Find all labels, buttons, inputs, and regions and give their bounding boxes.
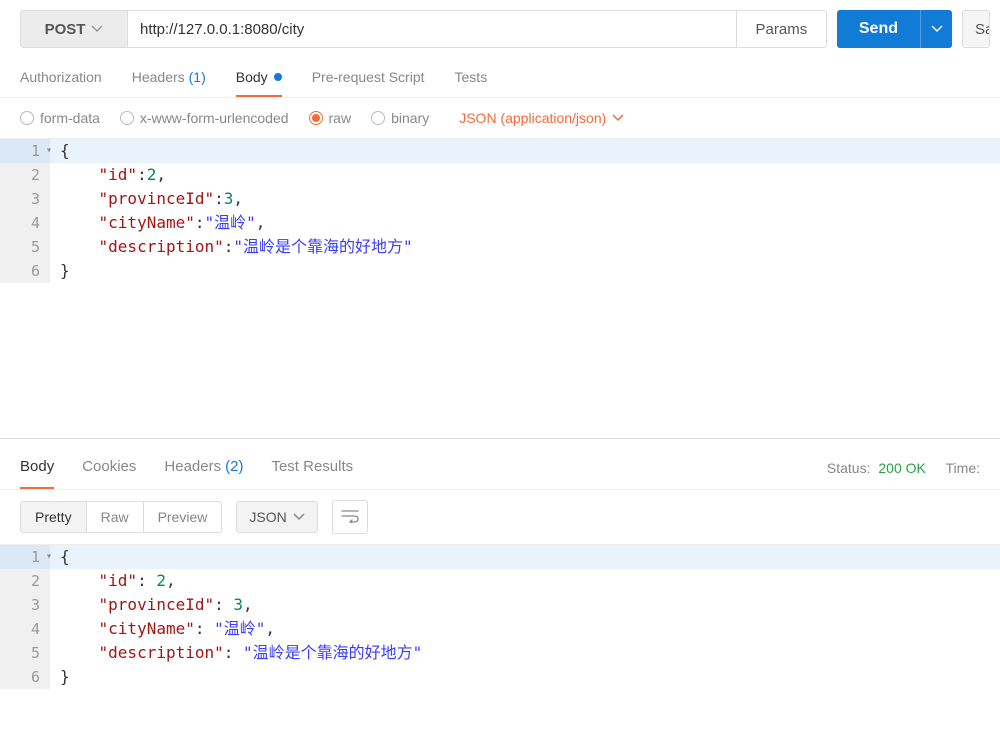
code-line: 2 "id":2, bbox=[0, 163, 1000, 187]
radio-label: x-www-form-urlencoded bbox=[140, 110, 289, 126]
code-line: 6} bbox=[0, 259, 1000, 283]
line-number: 1▾ bbox=[0, 139, 50, 163]
line-number: 5 bbox=[0, 235, 50, 259]
radio-icon bbox=[20, 111, 34, 125]
tab-tests[interactable]: Tests bbox=[455, 58, 488, 97]
response-toolbar: Pretty Raw Preview JSON bbox=[0, 490, 1000, 544]
line-number: 4 bbox=[0, 617, 50, 641]
chevron-down-icon bbox=[91, 25, 103, 33]
code-line: 4 "cityName": "温岭", bbox=[0, 617, 1000, 641]
http-method-label: POST bbox=[45, 21, 86, 38]
code-line: 3 "provinceId":3, bbox=[0, 187, 1000, 211]
response-headers-label: Headers bbox=[164, 458, 221, 475]
send-button[interactable]: Send bbox=[837, 10, 920, 48]
line-number: 1▾ bbox=[0, 545, 50, 569]
radio-label: binary bbox=[391, 110, 429, 126]
radio-binary[interactable]: binary bbox=[371, 110, 429, 126]
response-body-viewer[interactable]: 1▾{2 "id": 2,3 "provinceId": 3,4 "cityNa… bbox=[0, 544, 1000, 704]
code-content: "id":2, bbox=[50, 163, 1000, 187]
code-content: "id": 2, bbox=[50, 569, 1000, 593]
code-line: 1▾{ bbox=[0, 545, 1000, 569]
tab-authorization[interactable]: Authorization bbox=[20, 58, 102, 97]
chevron-down-icon bbox=[612, 114, 624, 122]
response-tab-cookies[interactable]: Cookies bbox=[82, 446, 136, 489]
radio-icon bbox=[309, 111, 323, 125]
url-input[interactable] bbox=[128, 10, 737, 48]
code-line: 2 "id": 2, bbox=[0, 569, 1000, 593]
chevron-down-icon bbox=[931, 25, 943, 33]
unsaved-dot-icon bbox=[274, 73, 282, 81]
status-label: Status: bbox=[827, 460, 871, 476]
radio-label: form-data bbox=[40, 110, 100, 126]
line-number: 6 bbox=[0, 665, 50, 689]
code-line: 1▾{ bbox=[0, 139, 1000, 163]
time-label: Time: bbox=[946, 460, 980, 476]
request-tabs: Authorization Headers (1) Body Pre-reque… bbox=[0, 58, 1000, 98]
code-content: } bbox=[50, 665, 1000, 689]
code-content: } bbox=[50, 259, 1000, 283]
tab-body-label: Body bbox=[236, 69, 268, 85]
content-type-label: JSON (application/json) bbox=[459, 110, 606, 126]
body-type-row: form-data x-www-form-urlencoded raw bina… bbox=[0, 98, 1000, 138]
params-button[interactable]: Params bbox=[737, 10, 827, 48]
send-group: Send bbox=[837, 10, 952, 48]
headers-count: (1) bbox=[189, 69, 206, 85]
http-method-select[interactable]: POST bbox=[20, 10, 128, 48]
radio-raw[interactable]: raw bbox=[309, 110, 352, 126]
code-content: "provinceId":3, bbox=[50, 187, 1000, 211]
response-status: Status: 200 OK Time: bbox=[827, 460, 980, 476]
format-label: JSON bbox=[249, 509, 286, 525]
view-pretty-button[interactable]: Pretty bbox=[20, 501, 87, 533]
send-dropdown-button[interactable] bbox=[920, 10, 952, 48]
code-content: { bbox=[50, 139, 1000, 163]
line-number: 2 bbox=[0, 569, 50, 593]
radio-icon bbox=[120, 111, 134, 125]
line-wrap-button[interactable] bbox=[332, 500, 368, 534]
wrap-icon bbox=[341, 509, 359, 526]
line-number: 3 bbox=[0, 187, 50, 211]
tab-body[interactable]: Body bbox=[236, 58, 282, 97]
code-line: 5 "description": "温岭是个靠海的好地方" bbox=[0, 641, 1000, 665]
fold-arrow-icon[interactable]: ▾ bbox=[46, 545, 52, 569]
response-tab-body[interactable]: Body bbox=[20, 446, 54, 489]
code-content: "cityName": "温岭", bbox=[50, 617, 1000, 641]
code-content: "description":"温岭是个靠海的好地方" bbox=[50, 235, 1000, 259]
tab-headers-label: Headers bbox=[132, 69, 185, 85]
radio-label: raw bbox=[329, 110, 352, 126]
save-button[interactable]: Sa bbox=[962, 10, 990, 48]
line-number: 4 bbox=[0, 211, 50, 235]
code-line: 6} bbox=[0, 665, 1000, 689]
code-line: 5 "description":"温岭是个靠海的好地方" bbox=[0, 235, 1000, 259]
response-tabs: Body Cookies Headers (2) Test Results St… bbox=[0, 446, 1000, 490]
code-content: "provinceId": 3, bbox=[50, 593, 1000, 617]
tab-headers[interactable]: Headers (1) bbox=[132, 58, 206, 97]
code-content: "description": "温岭是个靠海的好地方" bbox=[50, 641, 1000, 665]
request-bar: POST Params Send Sa bbox=[0, 0, 1000, 58]
request-body-editor[interactable]: 1▾{2 "id":2,3 "provinceId":3,4 "cityName… bbox=[0, 138, 1000, 438]
code-line: 4 "cityName":"温岭", bbox=[0, 211, 1000, 235]
code-content: { bbox=[50, 545, 1000, 569]
code-content: "cityName":"温岭", bbox=[50, 211, 1000, 235]
line-number: 6 bbox=[0, 259, 50, 283]
view-preview-button[interactable]: Preview bbox=[144, 501, 223, 533]
response-format-select[interactable]: JSON bbox=[236, 501, 317, 533]
pane-divider[interactable] bbox=[0, 438, 1000, 446]
radio-form-data[interactable]: form-data bbox=[20, 110, 100, 126]
response-headers-count: (2) bbox=[225, 458, 243, 475]
response-tab-tests[interactable]: Test Results bbox=[271, 446, 353, 489]
chevron-down-icon bbox=[293, 513, 305, 521]
radio-icon bbox=[371, 111, 385, 125]
view-raw-button[interactable]: Raw bbox=[87, 501, 144, 533]
line-number: 5 bbox=[0, 641, 50, 665]
line-number: 2 bbox=[0, 163, 50, 187]
status-value: 200 OK bbox=[878, 460, 925, 476]
tab-prerequest[interactable]: Pre-request Script bbox=[312, 58, 425, 97]
code-line: 3 "provinceId": 3, bbox=[0, 593, 1000, 617]
content-type-select[interactable]: JSON (application/json) bbox=[459, 110, 624, 126]
radio-urlencoded[interactable]: x-www-form-urlencoded bbox=[120, 110, 289, 126]
fold-arrow-icon[interactable]: ▾ bbox=[46, 139, 52, 163]
line-number: 3 bbox=[0, 593, 50, 617]
response-tab-headers[interactable]: Headers (2) bbox=[164, 446, 243, 489]
